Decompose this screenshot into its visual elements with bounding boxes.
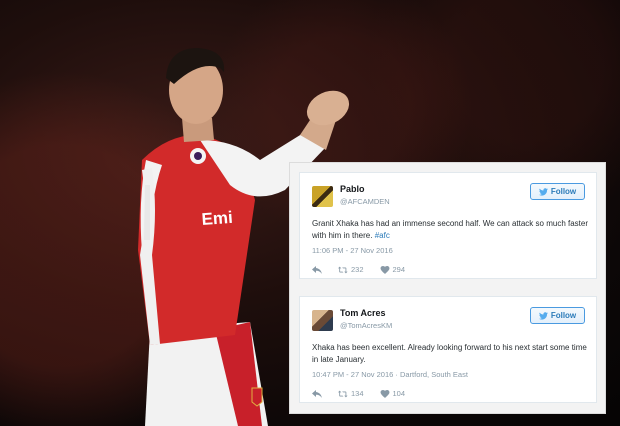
tweet-author-handle[interactable]: @AFCAMDEN [340, 197, 390, 206]
tweet-author-name[interactable]: Pablo [340, 184, 365, 194]
tweet-text: Xhaka has been excellent. Already lookin… [312, 343, 587, 364]
heart-icon [380, 265, 389, 274]
reply-button[interactable] [312, 265, 322, 274]
tweet-author-name[interactable]: Tom Acres [340, 308, 386, 318]
follow-label: Follow [550, 311, 577, 320]
like-count: 104 [392, 389, 406, 398]
shirt-sponsor-text: Emi [201, 208, 233, 229]
tweet-timestamp[interactable]: 11:06 PM - 27 Nov 2016 [312, 246, 393, 255]
avatar[interactable] [312, 310, 333, 331]
tweet-actions: 134 104 [312, 389, 421, 398]
twitter-bird-icon [538, 311, 548, 320]
like-count: 294 [392, 265, 406, 274]
follow-button[interactable]: Follow [530, 183, 585, 200]
follow-button[interactable]: Follow [530, 307, 585, 324]
background-photo: Emi Pablo @AFCAMDEN Follow Granit Xhaka … [0, 0, 620, 426]
follow-label: Follow [550, 187, 577, 196]
heart-icon [380, 389, 389, 398]
retweet-count: 232 [351, 265, 364, 274]
twitter-bird-icon [538, 187, 548, 196]
retweet-count: 134 [351, 389, 364, 398]
tweet-card: Tom Acres @TomAcresKM Follow Xhaka has b… [299, 296, 597, 403]
retweet-icon [338, 266, 348, 273]
tweet-timestamp[interactable]: 10:47 PM - 27 Nov 2016 · Dartford, South… [312, 370, 468, 379]
avatar[interactable] [312, 186, 333, 207]
like-button[interactable]: 104 [380, 389, 406, 398]
retweet-button[interactable]: 134 [338, 389, 364, 398]
like-button[interactable]: 294 [380, 265, 406, 274]
tweets-panel: Pablo @AFCAMDEN Follow Granit Xhaka has … [290, 163, 605, 413]
retweet-icon [338, 390, 348, 397]
tweet-card: Pablo @AFCAMDEN Follow Granit Xhaka has … [299, 172, 597, 279]
tweet-actions: 232 294 [312, 265, 421, 274]
reply-icon [312, 265, 322, 274]
retweet-button[interactable]: 232 [338, 265, 364, 274]
tweet-author-handle[interactable]: @TomAcresKM [340, 321, 392, 330]
reply-icon [312, 389, 322, 398]
tweet-text: Granit Xhaka has had an immense second h… [312, 219, 588, 240]
club-crest [251, 387, 263, 407]
hashtag-link[interactable]: #afc [375, 231, 390, 240]
reply-button[interactable] [312, 389, 322, 398]
